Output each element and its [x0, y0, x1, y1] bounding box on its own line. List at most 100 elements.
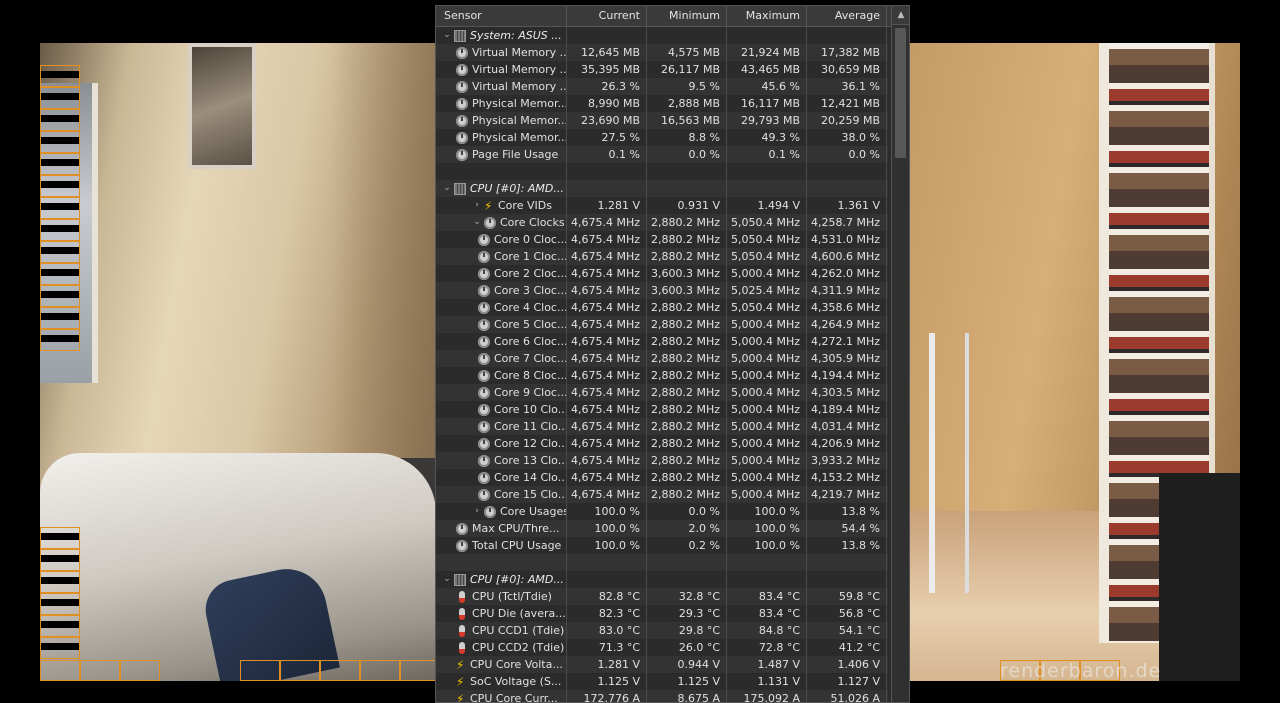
minimum-value: 2,880.2 MHz [647, 486, 727, 503]
sensor-label: Core 9 Cloc... [494, 386, 567, 399]
average-value: 4,311.9 MHz [807, 282, 887, 299]
maximum-value: 5,000.4 MHz [727, 265, 807, 282]
maximum-value: 5,050.4 MHz [727, 299, 807, 316]
sensor-row[interactable]: Core 5 Cloc... 4,675.4 MHz 2,880.2 MHz 5,00… [436, 316, 888, 333]
sensor-row[interactable]: Core 3 Cloc... 4,675.4 MHz 3,600.3 MHz 5,02… [436, 282, 888, 299]
clock-icon [478, 284, 490, 297]
sensor-row[interactable]: ⚡ CPU Core Curr... 172.776 A 8.675 A 175.092… [436, 690, 888, 702]
maximum-value: 5,000.4 MHz [727, 401, 807, 418]
average-value: 4,358.6 MHz [807, 299, 887, 316]
sensor-row[interactable]: Total CPU Usage 100.0 % 0.2 % 100.0 % 13.8 % [436, 537, 888, 554]
sensor-row[interactable]: Core 8 Cloc... 4,675.4 MHz 2,880.2 MHz 5,00… [436, 367, 888, 384]
sensor-row[interactable]: CPU CCD2 (Tdie) 71.3 °C 26.0 °C 72.8 °C 41.2… [436, 639, 888, 656]
sensor-row[interactable]: Core 13 Clo... 4,675.4 MHz 2,880.2 MHz 5,00… [436, 452, 888, 469]
sensor-row[interactable]: Virtual Memory ... 12,645 MB 4,575 MB 21,92… [436, 44, 888, 61]
sensor-row[interactable]: Core 6 Cloc... 4,675.4 MHz 2,880.2 MHz 5,00… [436, 333, 888, 350]
column-header-average[interactable]: Average [807, 6, 887, 26]
maximum-value: 5,000.4 MHz [727, 469, 807, 486]
maximum-value [727, 163, 807, 180]
current-value: 4,675.4 MHz [567, 486, 647, 503]
sensor-row[interactable]: ⚡ SoC Voltage (S... 1.125 V 1.125 V 1.131 V1… [436, 673, 888, 690]
sensor-label: SoC Voltage (S... [470, 675, 562, 688]
sensor-label: Core 4 Cloc... [494, 301, 567, 314]
scroll-thumb[interactable] [895, 28, 906, 158]
background-render-left [40, 43, 436, 681]
maximum-value: 1.487 V [727, 656, 807, 673]
sensor-name-cell: ⚡ SoC Voltage (S... [436, 673, 567, 690]
sensor-row[interactable]: Core 10 Clo... 4,675.4 MHz 2,880.2 MHz 5,00… [436, 401, 888, 418]
scroll-up-icon[interactable]: ▲ [892, 6, 909, 25]
sensor-name-cell: Core 13 Clo... [436, 452, 567, 469]
maximum-value: 84.8 °C [727, 622, 807, 639]
sensor-group-row[interactable]: ⌄ System: ASUS ... [436, 27, 888, 44]
sensor-row[interactable]: Page File Usage 0.1 % 0.0 % 0.1 % 0.0 % [436, 146, 888, 163]
minimum-value: 2,880.2 MHz [647, 384, 727, 401]
maximum-value: 5,000.4 MHz [727, 333, 807, 350]
minimum-value: 2,880.2 MHz [647, 231, 727, 248]
average-value: 4,189.4 MHz [807, 401, 887, 418]
collapse-chevron-icon[interactable]: ⌄ [440, 571, 454, 588]
thermometer-icon [459, 590, 465, 603]
average-value: 1.406 V [807, 656, 887, 673]
sensor-row[interactable]: Core 0 Cloc... 4,675.4 MHz 2,880.2 MHz 5,05… [436, 231, 888, 248]
sensor-label: Core 6 Cloc... [494, 335, 567, 348]
sensor-label: Core 12 Clo... [494, 437, 567, 450]
sensor-row[interactable]: CPU Die (avera... 82.3 °C 29.3 °C 83.4 °C 56… [436, 605, 888, 622]
current-value [567, 180, 647, 197]
sensor-row[interactable]: Physical Memor... 8,990 MB 2,888 MB 16,117 … [436, 95, 888, 112]
sensor-name-cell: Core 9 Cloc... [436, 384, 567, 401]
sensor-row[interactable]: ⚡ CPU Core Volta... 1.281 V 0.944 V 1.487 V1… [436, 656, 888, 673]
sensor-row[interactable]: Core 2 Cloc... 4,675.4 MHz 3,600.3 MHz 5,00… [436, 265, 888, 282]
sensor-row[interactable]: › ⚡ Core VIDs 1.281 V 0.931 V 1.494 V 1.361 V [436, 197, 888, 214]
sensor-row[interactable]: Physical Memor... 27.5 % 8.8 % 49.3 % 38.0 % [436, 129, 888, 146]
sensor-row[interactable]: Core 12 Clo... 4,675.4 MHz 2,880.2 MHz 5,00… [436, 435, 888, 452]
column-header-current[interactable]: Current [567, 6, 647, 26]
column-header-minimum[interactable]: Minimum [647, 6, 727, 26]
sensor-label: Core 10 Clo... [494, 403, 567, 416]
sensor-row[interactable]: Core 14 Clo... 4,675.4 MHz 2,880.2 MHz 5,00… [436, 469, 888, 486]
collapse-chevron-icon[interactable]: ⌄ [440, 180, 454, 197]
sensor-label: CPU [#0]: AMD... [470, 573, 564, 586]
maximum-value: 100.0 % [727, 503, 807, 520]
sensor-row[interactable]: Core 7 Cloc... 4,675.4 MHz 2,880.2 MHz 5,00… [436, 350, 888, 367]
current-value: 4,675.4 MHz [567, 452, 647, 469]
column-header-maximum[interactable]: Maximum [727, 6, 807, 26]
sensor-row[interactable]: Core 15 Clo... 4,675.4 MHz 2,880.2 MHz 5,00… [436, 486, 888, 503]
sensor-row[interactable]: Core 1 Cloc... 4,675.4 MHz 2,880.2 MHz 5,05… [436, 248, 888, 265]
vertical-scrollbar[interactable]: ▲ [891, 6, 909, 702]
sensor-name-cell: Core 1 Cloc... [436, 248, 567, 265]
sensor-row[interactable]: › Core Usages 100.0 % 0.0 % 100.0 % 13.8 % [436, 503, 888, 520]
current-value: 100.0 % [567, 537, 647, 554]
sensor-name-cell: Core 4 Cloc... [436, 299, 567, 316]
sensor-row[interactable]: Virtual Memory ... 35,395 MB 26,117 MB 43,4… [436, 61, 888, 78]
average-value: 4,153.2 MHz [807, 469, 887, 486]
collapse-chevron-icon[interactable]: ⌄ [470, 214, 484, 231]
sensor-row[interactable]: CPU (Tctl/Tdie) 82.8 °C 32.8 °C 83.4 °C 59.8… [436, 588, 888, 605]
bolt-icon: ⚡ [456, 657, 465, 672]
sensor-row[interactable]: Core 4 Cloc... 4,675.4 MHz 2,880.2 MHz 5,05… [436, 299, 888, 316]
minimum-value: 2,880.2 MHz [647, 316, 727, 333]
sensor-label: CPU [#0]: AMD... [470, 182, 564, 195]
sensor-name-cell: Core 15 Clo... [436, 486, 567, 503]
average-value: 4,206.9 MHz [807, 435, 887, 452]
column-header-sensor[interactable]: Sensor [436, 6, 567, 26]
sensor-row[interactable]: Max CPU/Thre... 100.0 % 2.0 % 100.0 % 54.4 % [436, 520, 888, 537]
sensor-name-cell: CPU CCD1 (Tdie) [436, 622, 567, 639]
sensor-group-row[interactable]: ⌄ CPU [#0]: AMD... [436, 180, 888, 197]
maximum-value: 49.3 % [727, 129, 807, 146]
sensor-row[interactable]: Core 9 Cloc... 4,675.4 MHz 2,880.2 MHz 5,00… [436, 384, 888, 401]
expand-chevron-icon[interactable]: › [470, 503, 484, 520]
collapse-chevron-icon[interactable]: ⌄ [440, 27, 454, 44]
thermometer-icon [459, 624, 465, 637]
sensor-row[interactable]: Core 11 Clo... 4,675.4 MHz 2,880.2 MHz 5,00… [436, 418, 888, 435]
sensor-row[interactable]: Virtual Memory ... 26.3 % 9.5 % 45.6 % 36.1 … [436, 78, 888, 95]
sensor-group-row[interactable]: ⌄ CPU [#0]: AMD... [436, 571, 888, 588]
sensor-label: Physical Memor... [472, 131, 567, 144]
sensor-row[interactable]: Physical Memor... 23,690 MB 16,563 MB 29,79… [436, 112, 888, 129]
sensor-row[interactable]: ⌄ Core Clocks 4,675.4 MHz 2,880.2 MHz 5,050.… [436, 214, 888, 231]
current-value: 82.8 °C [567, 588, 647, 605]
sensor-label: Core 5 Cloc... [494, 318, 567, 331]
minimum-value: 2.0 % [647, 520, 727, 537]
sensor-row[interactable]: CPU CCD1 (Tdie) 83.0 °C 29.8 °C 84.8 °C 54.1… [436, 622, 888, 639]
expand-chevron-icon[interactable]: › [470, 197, 484, 214]
